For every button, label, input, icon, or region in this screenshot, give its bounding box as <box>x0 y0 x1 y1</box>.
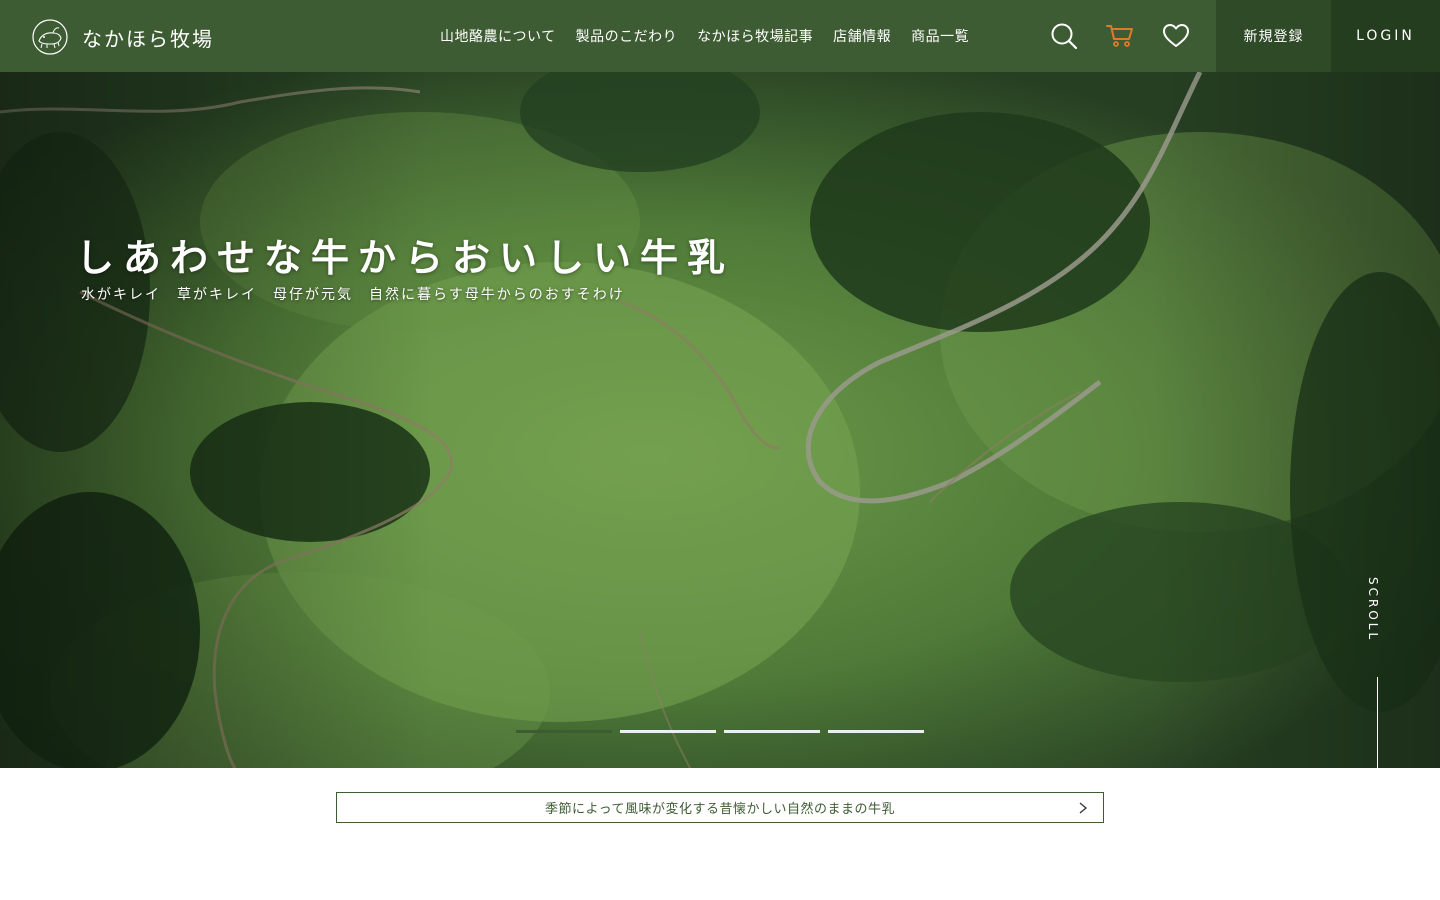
site-logo[interactable]: なかほら牧場 <box>30 17 214 57</box>
favorites-button[interactable] <box>1158 18 1194 54</box>
slide-indicators <box>516 730 932 733</box>
slide-indicator-4[interactable] <box>828 730 924 733</box>
search-button[interactable] <box>1046 18 1082 54</box>
scroll-indicator-line <box>1377 677 1378 768</box>
nav-item-product-commitment[interactable]: 製品のこだわり <box>576 26 678 46</box>
nav-item-product-list[interactable]: 商品一覧 <box>911 26 969 46</box>
site-header: なかほら牧場 山地酪農について 製品のこだわり なかほら牧場記事 店舗情報 商品… <box>0 0 1440 72</box>
heart-icon <box>1163 24 1189 47</box>
login-button[interactable]: LOGIN <box>1331 0 1440 72</box>
brand-name: なかほら牧場 <box>82 26 214 51</box>
hero-background-image <box>0 72 1440 768</box>
notice-text: 季節によって風味が変化する昔懐かしい自然のままの牛乳 <box>545 802 895 817</box>
hero-subtitle: 水がキレイ 草がキレイ 母仔が元気 自然に暮らす母牛からのおすそわけ <box>81 287 625 303</box>
register-button[interactable]: 新規登録 <box>1216 0 1331 72</box>
nav-item-store-info[interactable]: 店舗情報 <box>833 26 891 46</box>
nav-item-mountain-dairy[interactable]: 山地酪農について <box>440 26 556 46</box>
chevron-right-icon <box>1079 802 1088 814</box>
cow-logo-icon <box>32 19 68 55</box>
nav-item-farm-articles[interactable]: なかほら牧場記事 <box>697 26 813 46</box>
header-icons <box>1046 0 1214 72</box>
cart-button[interactable] <box>1102 18 1138 54</box>
notice-banner[interactable]: 季節によって風味が変化する昔懐かしい自然のままの牛乳 <box>336 792 1104 823</box>
slide-indicator-2[interactable] <box>620 730 716 733</box>
scroll-label[interactable]: SCROLL <box>1366 577 1380 642</box>
hero-title: しあわせな牛からおいしい牛乳 <box>76 235 735 280</box>
slide-indicator-1[interactable] <box>516 730 612 733</box>
main-nav: 山地酪農について 製品のこだわり なかほら牧場記事 店舗情報 商品一覧 <box>430 0 979 72</box>
slide-indicator-3[interactable] <box>724 730 820 733</box>
search-icon <box>1051 23 1078 50</box>
cart-icon <box>1106 25 1133 47</box>
hero-slider: しあわせな牛からおいしい牛乳 水がキレイ 草がキレイ 母仔が元気 自然に暮らす母… <box>0 72 1440 768</box>
